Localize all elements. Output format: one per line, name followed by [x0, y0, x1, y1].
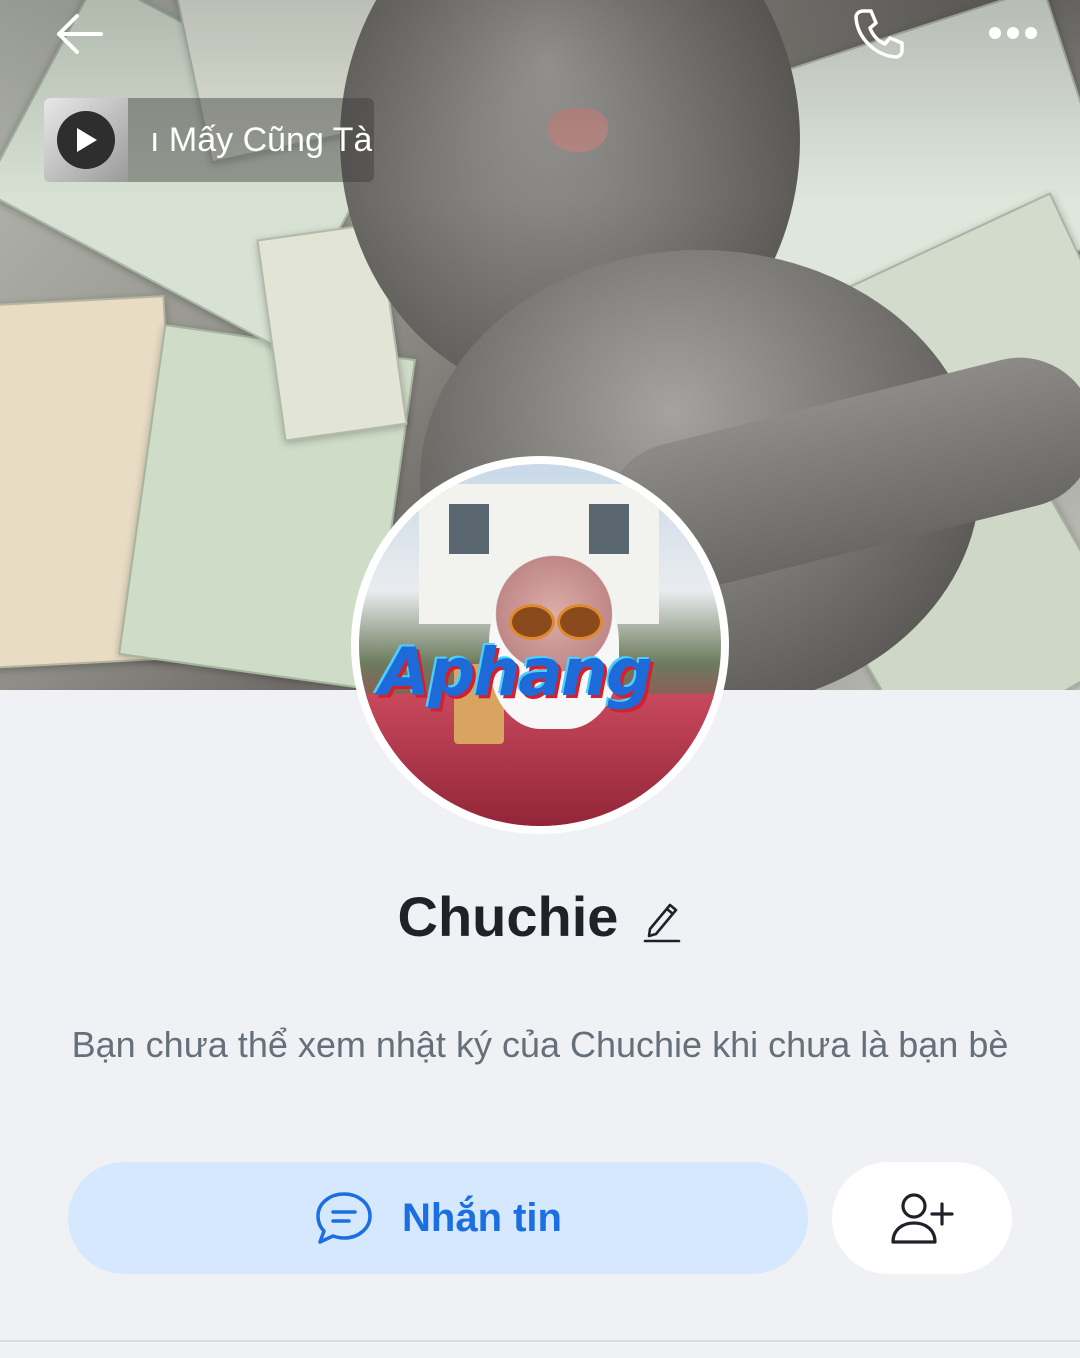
chat-bubble-icon	[316, 1192, 372, 1244]
call-button[interactable]	[846, 2, 912, 64]
add-user-icon	[891, 1193, 954, 1244]
avatar-decoration	[449, 504, 489, 554]
profile-name-row: Chuchie	[0, 884, 1080, 949]
divider	[0, 1340, 1080, 1342]
more-horizontal-icon	[989, 27, 1037, 39]
avatar-decoration	[509, 604, 603, 640]
profile-music[interactable]: ı Mấy Cũng Tà	[44, 98, 374, 182]
avatar-image: Aphang	[359, 464, 721, 826]
avatar-decoration	[589, 504, 629, 554]
back-button[interactable]	[44, 6, 114, 62]
avatar-watermark: Aphang	[379, 634, 653, 711]
phone-icon	[854, 9, 904, 59]
edit-name-button[interactable]	[642, 899, 682, 943]
message-button[interactable]: Nhắn tin	[68, 1162, 808, 1274]
arrow-left-icon	[57, 14, 103, 54]
avatar[interactable]: Aphang	[351, 456, 729, 834]
music-thumbnail	[44, 98, 128, 182]
play-button[interactable]	[57, 111, 115, 169]
profile-name: Chuchie	[397, 885, 619, 948]
pencil-icon	[644, 903, 681, 942]
add-friend-button[interactable]	[832, 1162, 1012, 1274]
more-button[interactable]	[982, 12, 1044, 54]
play-icon	[77, 128, 97, 152]
privacy-notice: Bạn chưa thể xem nhật ký của Chuchie khi…	[71, 1024, 1009, 1065]
message-button-label: Nhắn tin	[402, 1195, 562, 1240]
music-title: ı Mấy Cũng Tà	[150, 120, 373, 159]
